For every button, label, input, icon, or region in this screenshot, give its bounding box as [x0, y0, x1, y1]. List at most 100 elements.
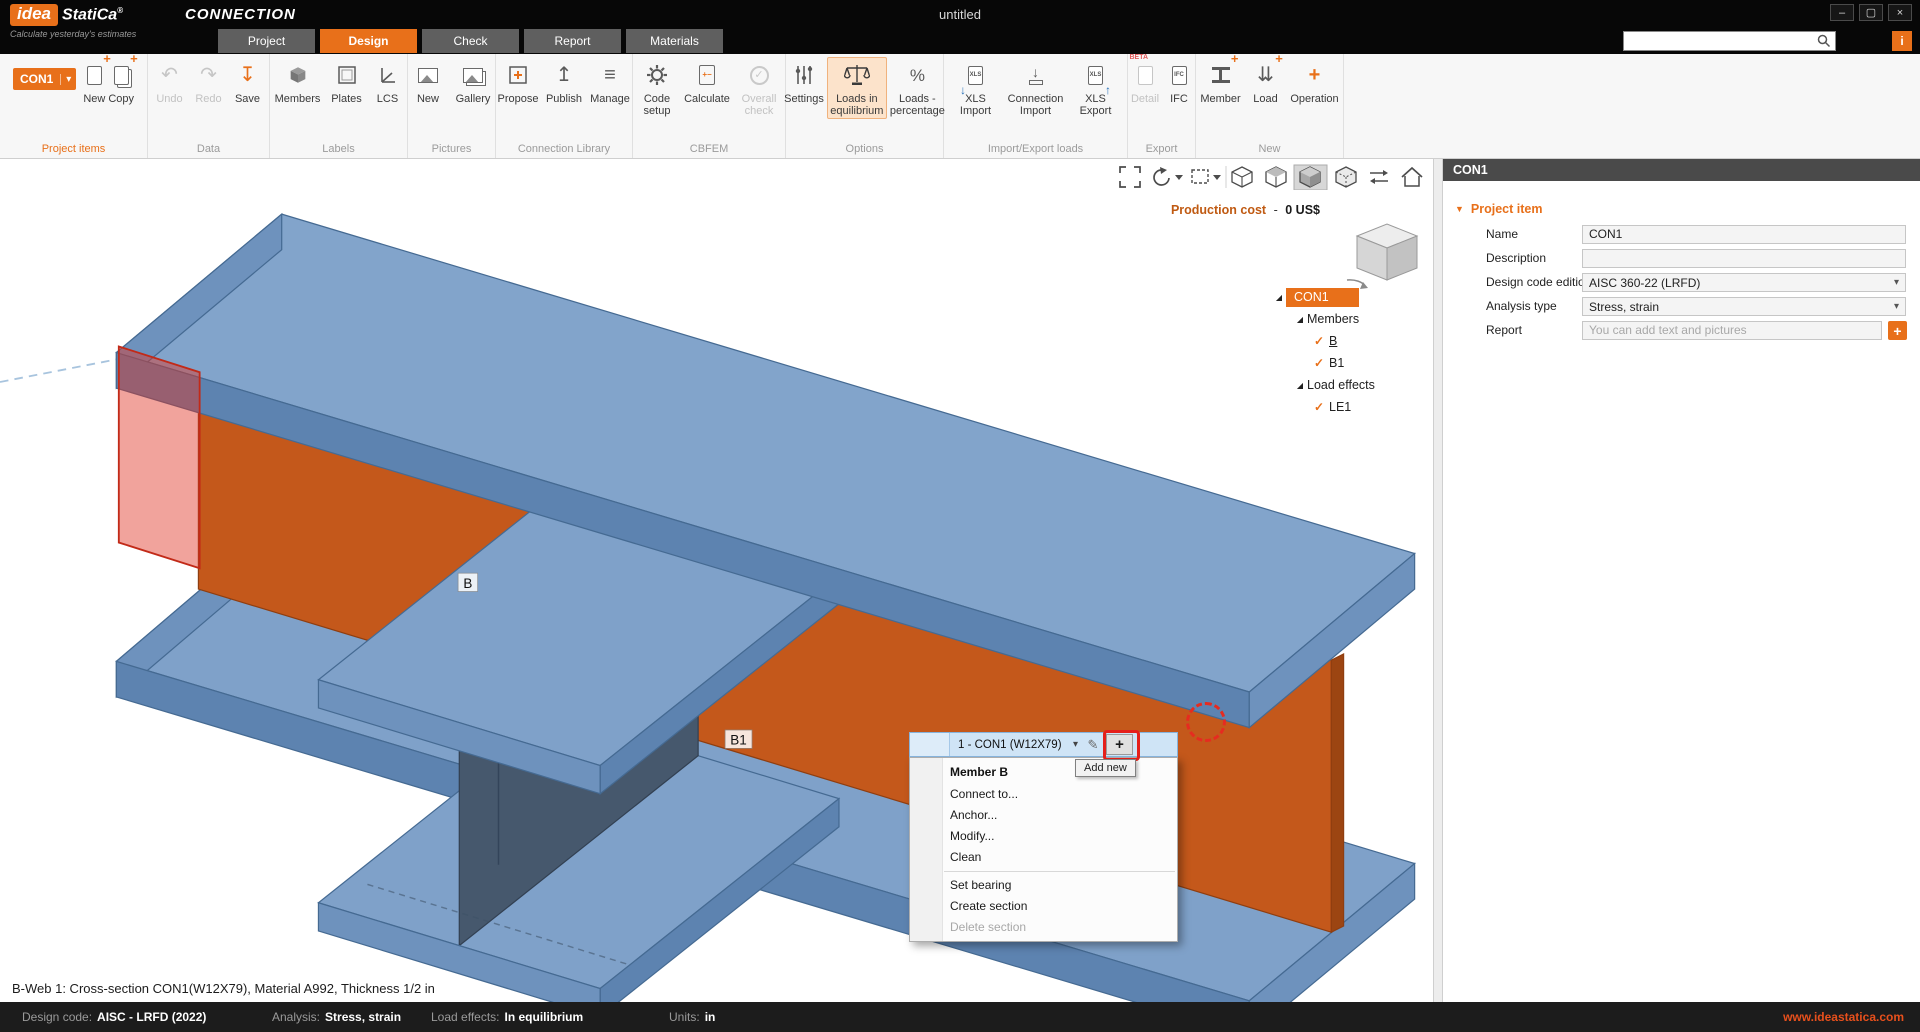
ribbon-item-new-member[interactable]: + Member — [1199, 60, 1243, 105]
ribbon-item-new-project[interactable]: + New — [83, 60, 105, 105]
supports-icon[interactable] — [1370, 170, 1388, 184]
analysis-type-select[interactable]: Stress, strain ▾ — [1582, 297, 1906, 316]
add-new-button[interactable]: + — [1106, 734, 1133, 755]
ribbon-item-save[interactable]: ↧ Save — [230, 60, 266, 105]
ribbon-item-loads-in-equilibrium[interactable]: Loads in equilibrium — [827, 57, 887, 119]
design-code-edition-select[interactable]: AISC 360-22 (LRFD) ▾ — [1582, 273, 1906, 292]
check-icon[interactable]: ✓ — [1314, 356, 1329, 370]
menu-item-create-section[interactable]: Create section — [910, 896, 1177, 917]
menu-item-anchor[interactable]: Anchor... — [910, 805, 1177, 826]
minimize-button[interactable]: – — [1830, 4, 1854, 21]
search-box[interactable] — [1623, 31, 1836, 51]
ribbon-item-loads-percentage[interactable]: % Loads - percentage — [890, 60, 945, 117]
menu-item-connect-to[interactable]: Connect to... — [910, 784, 1177, 805]
ribbon-item-new-operation[interactable]: + Operation — [1289, 60, 1341, 105]
group-caption-import-export-loads: Import/Export loads — [944, 143, 1127, 155]
ribbon-item-xls-export[interactable]: XLS↑ XLS Export — [1071, 60, 1121, 117]
viewport-3d[interactable]: B B1 Production cost - 0 US$ — [0, 159, 1433, 1002]
ribbon-item-plates-labels[interactable]: Plates — [327, 60, 367, 105]
collapse-triangle-icon[interactable]: ▼ — [1455, 204, 1464, 214]
ribbon-item-connection-import[interactable]: ↓ Connection Import — [1004, 60, 1068, 117]
xls-export-icon: XLS↑ — [1088, 60, 1103, 90]
select-rectangle-icon[interactable] — [1192, 170, 1221, 183]
expander-icon[interactable]: ◢ — [1272, 293, 1286, 302]
ribbon-item-code-setup[interactable]: Code setup — [634, 60, 680, 117]
section-project-item[interactable]: ▼ Project item — [1455, 202, 1542, 216]
tree-node-member-b[interactable]: ✓ B — [1272, 330, 1433, 352]
ribbon-item-lcs-labels[interactable]: LCS — [370, 60, 406, 105]
website-link[interactable]: www.ideastatica.com — [1783, 1010, 1904, 1024]
wireframe-mode-icon[interactable] — [1232, 167, 1252, 187]
name-field[interactable]: CON1 — [1582, 225, 1906, 244]
beam-b-web-end-edge — [1331, 654, 1343, 932]
ribbon-item-calculate[interactable]: +− Calculate — [683, 60, 731, 105]
tab-report[interactable]: Report — [524, 29, 621, 53]
ribbon-item-undo: ↶ Undo — [152, 60, 188, 105]
menu-item-set-bearing[interactable]: Set bearing — [910, 875, 1177, 896]
fit-view-icon[interactable] — [1120, 167, 1140, 187]
design-code-edition-label: Design code edition — [1486, 275, 1591, 289]
ribbon-item-copy-project[interactable]: + Copy — [108, 60, 134, 105]
end-plate-highlighted[interactable] — [119, 346, 200, 568]
home-view-icon[interactable] — [1402, 168, 1422, 186]
maximize-button[interactable]: ▢ — [1859, 4, 1883, 21]
ribbon-item-new-load[interactable]: ⇊+ Load — [1246, 60, 1286, 105]
ribbon-item-new-picture[interactable]: New — [408, 60, 448, 105]
ribbon-item-gallery[interactable]: Gallery — [451, 60, 495, 105]
check-icon[interactable]: ✓ — [1314, 334, 1329, 348]
group-caption-data: Data — [148, 143, 269, 155]
tree-node-le1[interactable]: ✓ LE1 — [1272, 396, 1433, 418]
search-input[interactable] — [1624, 33, 1816, 49]
ribbon-item-xls-import[interactable]: XLS↓ XLS Import — [951, 60, 1001, 117]
members-cube-icon — [287, 60, 309, 90]
tab-project[interactable]: Project — [218, 29, 315, 53]
ribbon-item-settings[interactable]: Settings — [784, 60, 824, 105]
tree-node-members[interactable]: ◢ Members — [1272, 308, 1433, 330]
info-button[interactable]: i — [1892, 31, 1912, 51]
ribbon-item-ifc-export[interactable]: IFC IFC — [1164, 60, 1194, 105]
tab-materials[interactable]: Materials — [626, 29, 723, 53]
undo-icon: ↶ — [161, 60, 178, 90]
ribbon-item-publish[interactable]: ↥ Publish — [543, 60, 585, 105]
rotate-view-icon[interactable] — [1154, 167, 1183, 185]
check-icon[interactable]: ✓ — [1314, 400, 1329, 414]
gallery-icon — [463, 60, 483, 90]
properties-panel: CON1 ▼ Project item Name CON1 Descriptio… — [1443, 159, 1920, 1002]
tree-node-member-b1[interactable]: ✓ B1 — [1272, 352, 1433, 374]
tree-node-con1[interactable]: ◢ CON1 — [1272, 286, 1433, 308]
main-tabs: Project Design Check Report Materials — [218, 29, 723, 53]
manage-icon: ≡ — [604, 60, 616, 90]
ribbon-item-members-labels[interactable]: Members — [272, 60, 324, 105]
model-3d-scene[interactable]: B B1 — [0, 159, 1433, 1002]
tree-node-load-effects[interactable]: ◢ Load effects — [1272, 374, 1433, 396]
expander-icon[interactable]: ◢ — [1293, 315, 1307, 324]
ribbon-item-propose[interactable]: Propose — [496, 60, 540, 105]
balance-scale-icon — [844, 60, 870, 90]
add-new-tooltip: Add new — [1075, 759, 1136, 777]
description-field[interactable] — [1582, 249, 1906, 268]
report-add-button[interactable]: + — [1888, 321, 1907, 340]
ribbon-item-manage[interactable]: ≡ Manage — [588, 60, 632, 105]
menu-separator — [944, 871, 1175, 872]
context-menu: 1 - CON1 (W12X79) ▾ ✎ + Add new Member B… — [909, 732, 1178, 942]
operation-dropdown[interactable]: 1 - CON1 (W12X79) ▾ — [950, 739, 1082, 751]
transparent-mode-icon[interactable] — [1336, 167, 1356, 187]
panel-divider[interactable] — [1433, 159, 1443, 1002]
group-caption-cbfem: CBFEM — [633, 143, 785, 155]
edit-icon[interactable]: ✎ — [1084, 737, 1102, 753]
menu-item-clean[interactable]: Clean — [910, 847, 1177, 868]
menu-item-modify[interactable]: Modify... — [910, 826, 1177, 847]
combo-corner-cell[interactable] — [910, 733, 950, 756]
report-field[interactable]: You can add text and pictures — [1582, 321, 1882, 340]
tab-check[interactable]: Check — [422, 29, 519, 53]
ribbon-item-detail-export: BETA Detail — [1129, 60, 1161, 105]
ribbon-group-export: BETA Detail IFC IFC Export — [1128, 54, 1196, 158]
tab-design[interactable]: Design — [320, 29, 417, 53]
shaded-mode-icon[interactable] — [1266, 167, 1286, 187]
close-button[interactable]: × — [1888, 4, 1912, 21]
chevron-down-icon — [1175, 175, 1183, 180]
expander-icon[interactable]: ◢ — [1293, 381, 1307, 390]
ribbon-group-project-items: CON1 ▾ + New + Copy Project items — [0, 54, 148, 158]
solid-mode-icon-active[interactable] — [1294, 165, 1327, 190]
project-item-combo[interactable]: CON1 ▾ — [13, 68, 76, 90]
